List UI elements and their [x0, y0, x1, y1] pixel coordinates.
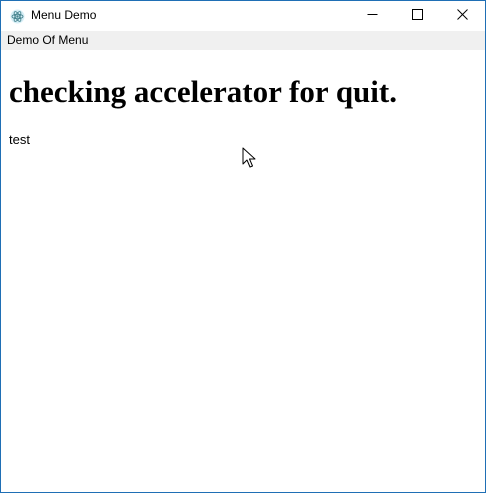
window-title: Menu Demo [31, 8, 97, 22]
minimize-icon [367, 7, 378, 25]
close-icon [457, 7, 468, 25]
menu-item-demo-of-menu[interactable]: Demo Of Menu [1, 31, 94, 50]
app-window: Menu Demo Demo Of Menu checking accelera… [0, 0, 486, 493]
page-heading: checking accelerator for quit. [9, 74, 397, 109]
page-content: checking accelerator for quit. test [1, 50, 485, 492]
menu-bar: Demo Of Menu [1, 31, 485, 50]
maximize-icon [412, 7, 423, 25]
maximize-button[interactable] [395, 1, 440, 31]
close-button[interactable] [440, 1, 485, 31]
mouse-pointer-icon [242, 147, 256, 169]
minimize-button[interactable] [350, 1, 395, 31]
title-bar[interactable]: Menu Demo [1, 1, 485, 31]
electron-atom-icon [10, 9, 25, 24]
body-text: test [9, 132, 30, 147]
